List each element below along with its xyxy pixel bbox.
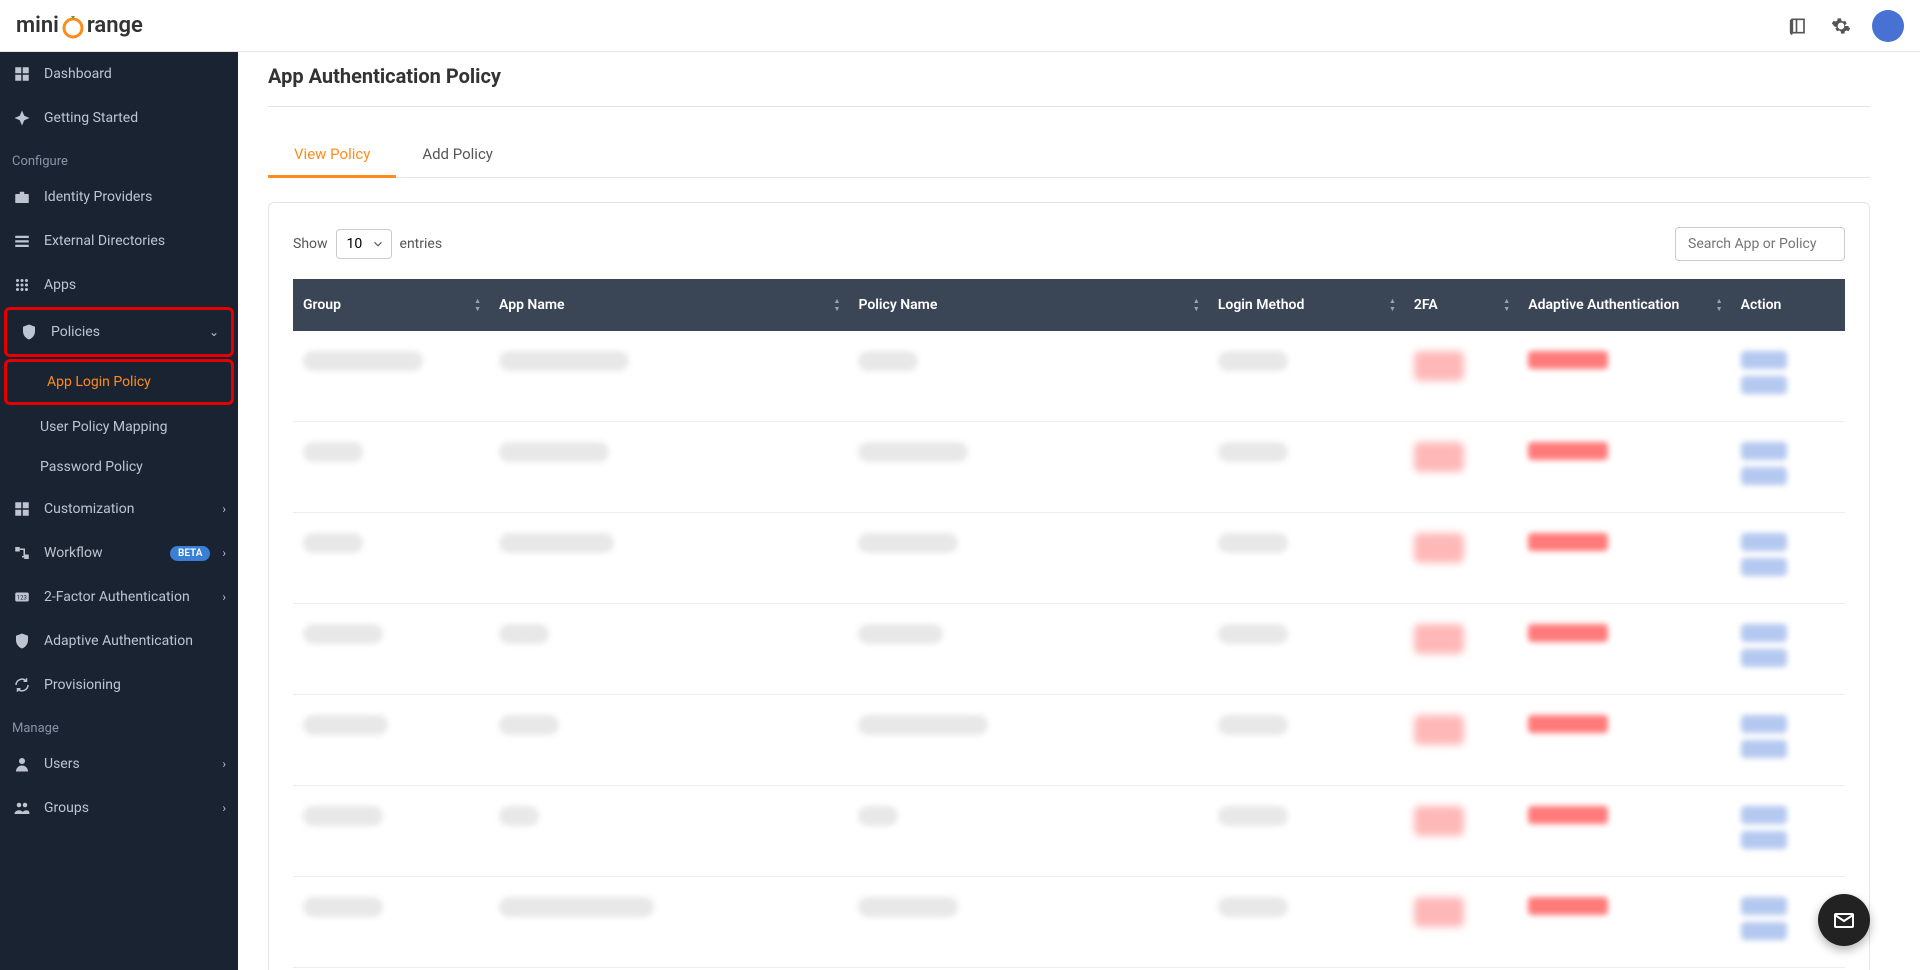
sidebar-users-label: Users <box>44 756 210 772</box>
table-row <box>293 422 1845 513</box>
brand-logo[interactable]: mini range <box>16 13 143 39</box>
sidebar-provisioning-label: Provisioning <box>44 677 226 693</box>
sync-icon <box>12 675 32 695</box>
sidebar-item-users[interactable]: Users › <box>0 742 238 786</box>
sidebar-item-identity-providers[interactable]: Identity Providers <box>0 175 238 219</box>
sidebar-subitem-user-policy-mapping[interactable]: User Policy Mapping <box>0 407 238 447</box>
tab-add-policy[interactable]: Add Policy <box>396 131 519 177</box>
apps-icon <box>12 275 32 295</box>
groups-icon <box>12 798 32 818</box>
table-controls: Show 10 entries <box>293 227 1845 261</box>
chevron-right-icon: › <box>222 546 226 560</box>
sidebar-item-groups[interactable]: Groups › <box>0 786 238 830</box>
sidebar-item-provisioning[interactable]: Provisioning <box>0 663 238 707</box>
sidebar-groups-label: Groups <box>44 800 210 816</box>
page-title: App Authentication Policy <box>268 64 1870 107</box>
table-row <box>293 513 1845 604</box>
sidebar-item-adaptive-auth[interactable]: Adaptive Authentication <box>0 619 238 663</box>
sidebar-getting-started-label: Getting Started <box>44 110 226 126</box>
sidebar-item-getting-started[interactable]: Getting Started <box>0 96 238 140</box>
sidebar-apps-label: Apps <box>44 277 226 293</box>
col-app-name[interactable]: App Name <box>489 279 848 331</box>
sidebar-2fa-label: 2-Factor Authentication <box>44 589 210 605</box>
col-group[interactable]: Group <box>293 279 489 331</box>
table-row <box>293 604 1845 695</box>
table-header-row: Group App Name Policy Name Login Method … <box>293 279 1845 331</box>
docs-icon[interactable] <box>1788 15 1810 37</box>
chevron-right-icon: › <box>222 757 226 771</box>
gear-icon[interactable] <box>1830 15 1852 37</box>
entries-select[interactable]: 10 <box>336 229 392 259</box>
sidebar-policies-label: Policies <box>51 324 197 340</box>
sidebar-dashboard-label: Dashboard <box>44 66 226 82</box>
chevron-right-icon: › <box>222 801 226 815</box>
sidebar-ext-dir-label: External Directories <box>44 233 226 249</box>
dashboard-icon <box>12 64 32 84</box>
logo-text-mini: mini <box>16 13 59 38</box>
chevron-right-icon: › <box>222 502 226 516</box>
sidebar-item-external-directories[interactable]: External Directories <box>0 219 238 263</box>
header-actions <box>1788 10 1904 42</box>
col-policy-name[interactable]: Policy Name <box>848 279 1207 331</box>
user-icon <box>12 754 32 774</box>
col-adaptive[interactable]: Adaptive Authentication <box>1518 279 1730 331</box>
rocket-icon <box>12 108 32 128</box>
sidebar-customization-label: Customization <box>44 501 210 517</box>
sidebar-item-2fa[interactable]: 123 2-Factor Authentication › <box>0 575 238 619</box>
sidebar-subitem-app-login-policy[interactable]: App Login Policy <box>4 359 234 405</box>
entries-label: entries <box>400 236 443 252</box>
briefcase-icon <box>12 187 32 207</box>
workflow-icon <box>12 543 32 563</box>
chat-fab[interactable] <box>1818 894 1870 946</box>
sidebar-item-policies[interactable]: Policies ⌄ <box>4 307 234 357</box>
tab-add-label: Add Policy <box>422 145 493 163</box>
sidebar-section-manage: Manage <box>0 707 238 742</box>
shield-icon <box>19 322 39 342</box>
svg-text:123: 123 <box>17 594 27 601</box>
sidebar-adaptive-label: Adaptive Authentication <box>44 633 226 649</box>
sidebar-subitem-password-policy[interactable]: Password Policy <box>0 447 238 487</box>
sidebar-item-workflow[interactable]: Workflow BETA › <box>0 531 238 575</box>
sidebar-item-dashboard[interactable]: Dashboard <box>0 52 238 96</box>
sidebar-section-configure: Configure <box>0 140 238 175</box>
tab-view-label: View Policy <box>294 145 370 163</box>
chevron-right-icon: › <box>222 590 226 604</box>
mail-icon <box>1832 908 1856 932</box>
sidebar-item-apps[interactable]: Apps <box>0 263 238 307</box>
table-card: Show 10 entries Group App Name Policy Na… <box>268 202 1870 970</box>
logo-text-range: range <box>87 13 143 38</box>
shield-check-icon <box>12 631 32 651</box>
app-login-policy-label: App Login Policy <box>47 374 151 390</box>
policies-table: Group App Name Policy Name Login Method … <box>293 279 1845 970</box>
tabs: View Policy Add Policy <box>268 131 1870 178</box>
beta-badge: BETA <box>170 546 210 561</box>
sidebar-workflow-label: Workflow <box>44 545 158 561</box>
search-input[interactable] <box>1675 227 1845 261</box>
main-content: App Authentication Policy View Policy Ad… <box>238 52 1920 970</box>
password-policy-label: Password Policy <box>40 459 143 475</box>
col-action: Action <box>1731 279 1845 331</box>
logo-o-icon <box>60 13 86 39</box>
user-policy-mapping-label: User Policy Mapping <box>40 419 167 435</box>
table-row <box>293 786 1845 877</box>
list-icon <box>12 231 32 251</box>
col-login-method[interactable]: Login Method <box>1208 279 1404 331</box>
sidebar-idp-label: Identity Providers <box>44 189 226 205</box>
col-2fa[interactable]: 2FA <box>1404 279 1518 331</box>
top-header: mini range <box>0 0 1920 52</box>
table-row <box>293 695 1845 786</box>
numbers-icon: 123 <box>12 587 32 607</box>
chevron-down-icon: ⌄ <box>209 325 219 339</box>
sidebar-item-customization[interactable]: Customization › <box>0 487 238 531</box>
tab-view-policy[interactable]: View Policy <box>268 131 396 177</box>
avatar[interactable] <box>1872 10 1904 42</box>
customization-icon <box>12 499 32 519</box>
table-row <box>293 331 1845 422</box>
entries-control: Show 10 entries <box>293 229 442 259</box>
show-label: Show <box>293 236 328 252</box>
table-row <box>293 877 1845 968</box>
sidebar: Dashboard Getting Started Configure Iden… <box>0 52 238 970</box>
